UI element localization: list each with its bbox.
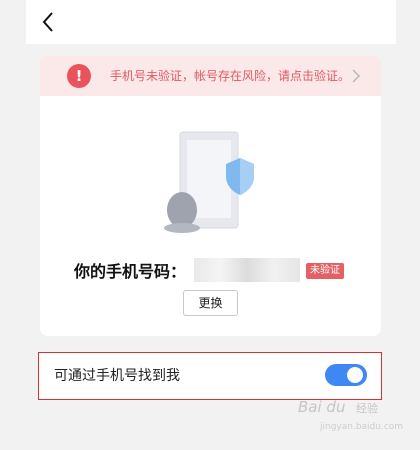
watermark-sub: 经验 xyxy=(356,402,378,415)
warning-icon: ! xyxy=(67,64,91,88)
watermark-url: jingyan.baidu.com xyxy=(320,422,404,432)
change-phone-button[interactable]: 更换 xyxy=(183,290,238,316)
phone-info-card: ! 手机号未验证，帐号存在风险，请点击验证。 你的手机号码： 未验证 更换 xyxy=(40,56,381,336)
phone-number-value xyxy=(194,258,300,282)
find-by-phone-toggle[interactable] xyxy=(325,364,367,386)
find-by-phone-label: 可通过手机号找到我 xyxy=(54,368,180,384)
warning-text: 手机号未验证，帐号存在风险，请点击验证。 xyxy=(110,69,351,83)
toggle-knob xyxy=(347,367,363,383)
baidu-watermark: Bai du 经验 jingyan.baidu.com xyxy=(298,396,408,442)
back-button[interactable] xyxy=(36,8,62,36)
top-bar xyxy=(26,0,396,44)
phone-shield-illustration xyxy=(164,131,254,233)
chevron-right-icon xyxy=(352,69,361,83)
unverified-badge: 未验证 xyxy=(306,263,344,279)
find-by-phone-setting: 可通过手机号找到我 xyxy=(38,352,382,400)
phone-number-label: 你的手机号码： xyxy=(74,262,187,281)
watermark-brand: Bai du xyxy=(298,398,346,416)
chevron-left-icon xyxy=(42,12,53,32)
verify-warning-banner[interactable]: ! 手机号未验证，帐号存在风险，请点击验证。 xyxy=(40,56,381,96)
